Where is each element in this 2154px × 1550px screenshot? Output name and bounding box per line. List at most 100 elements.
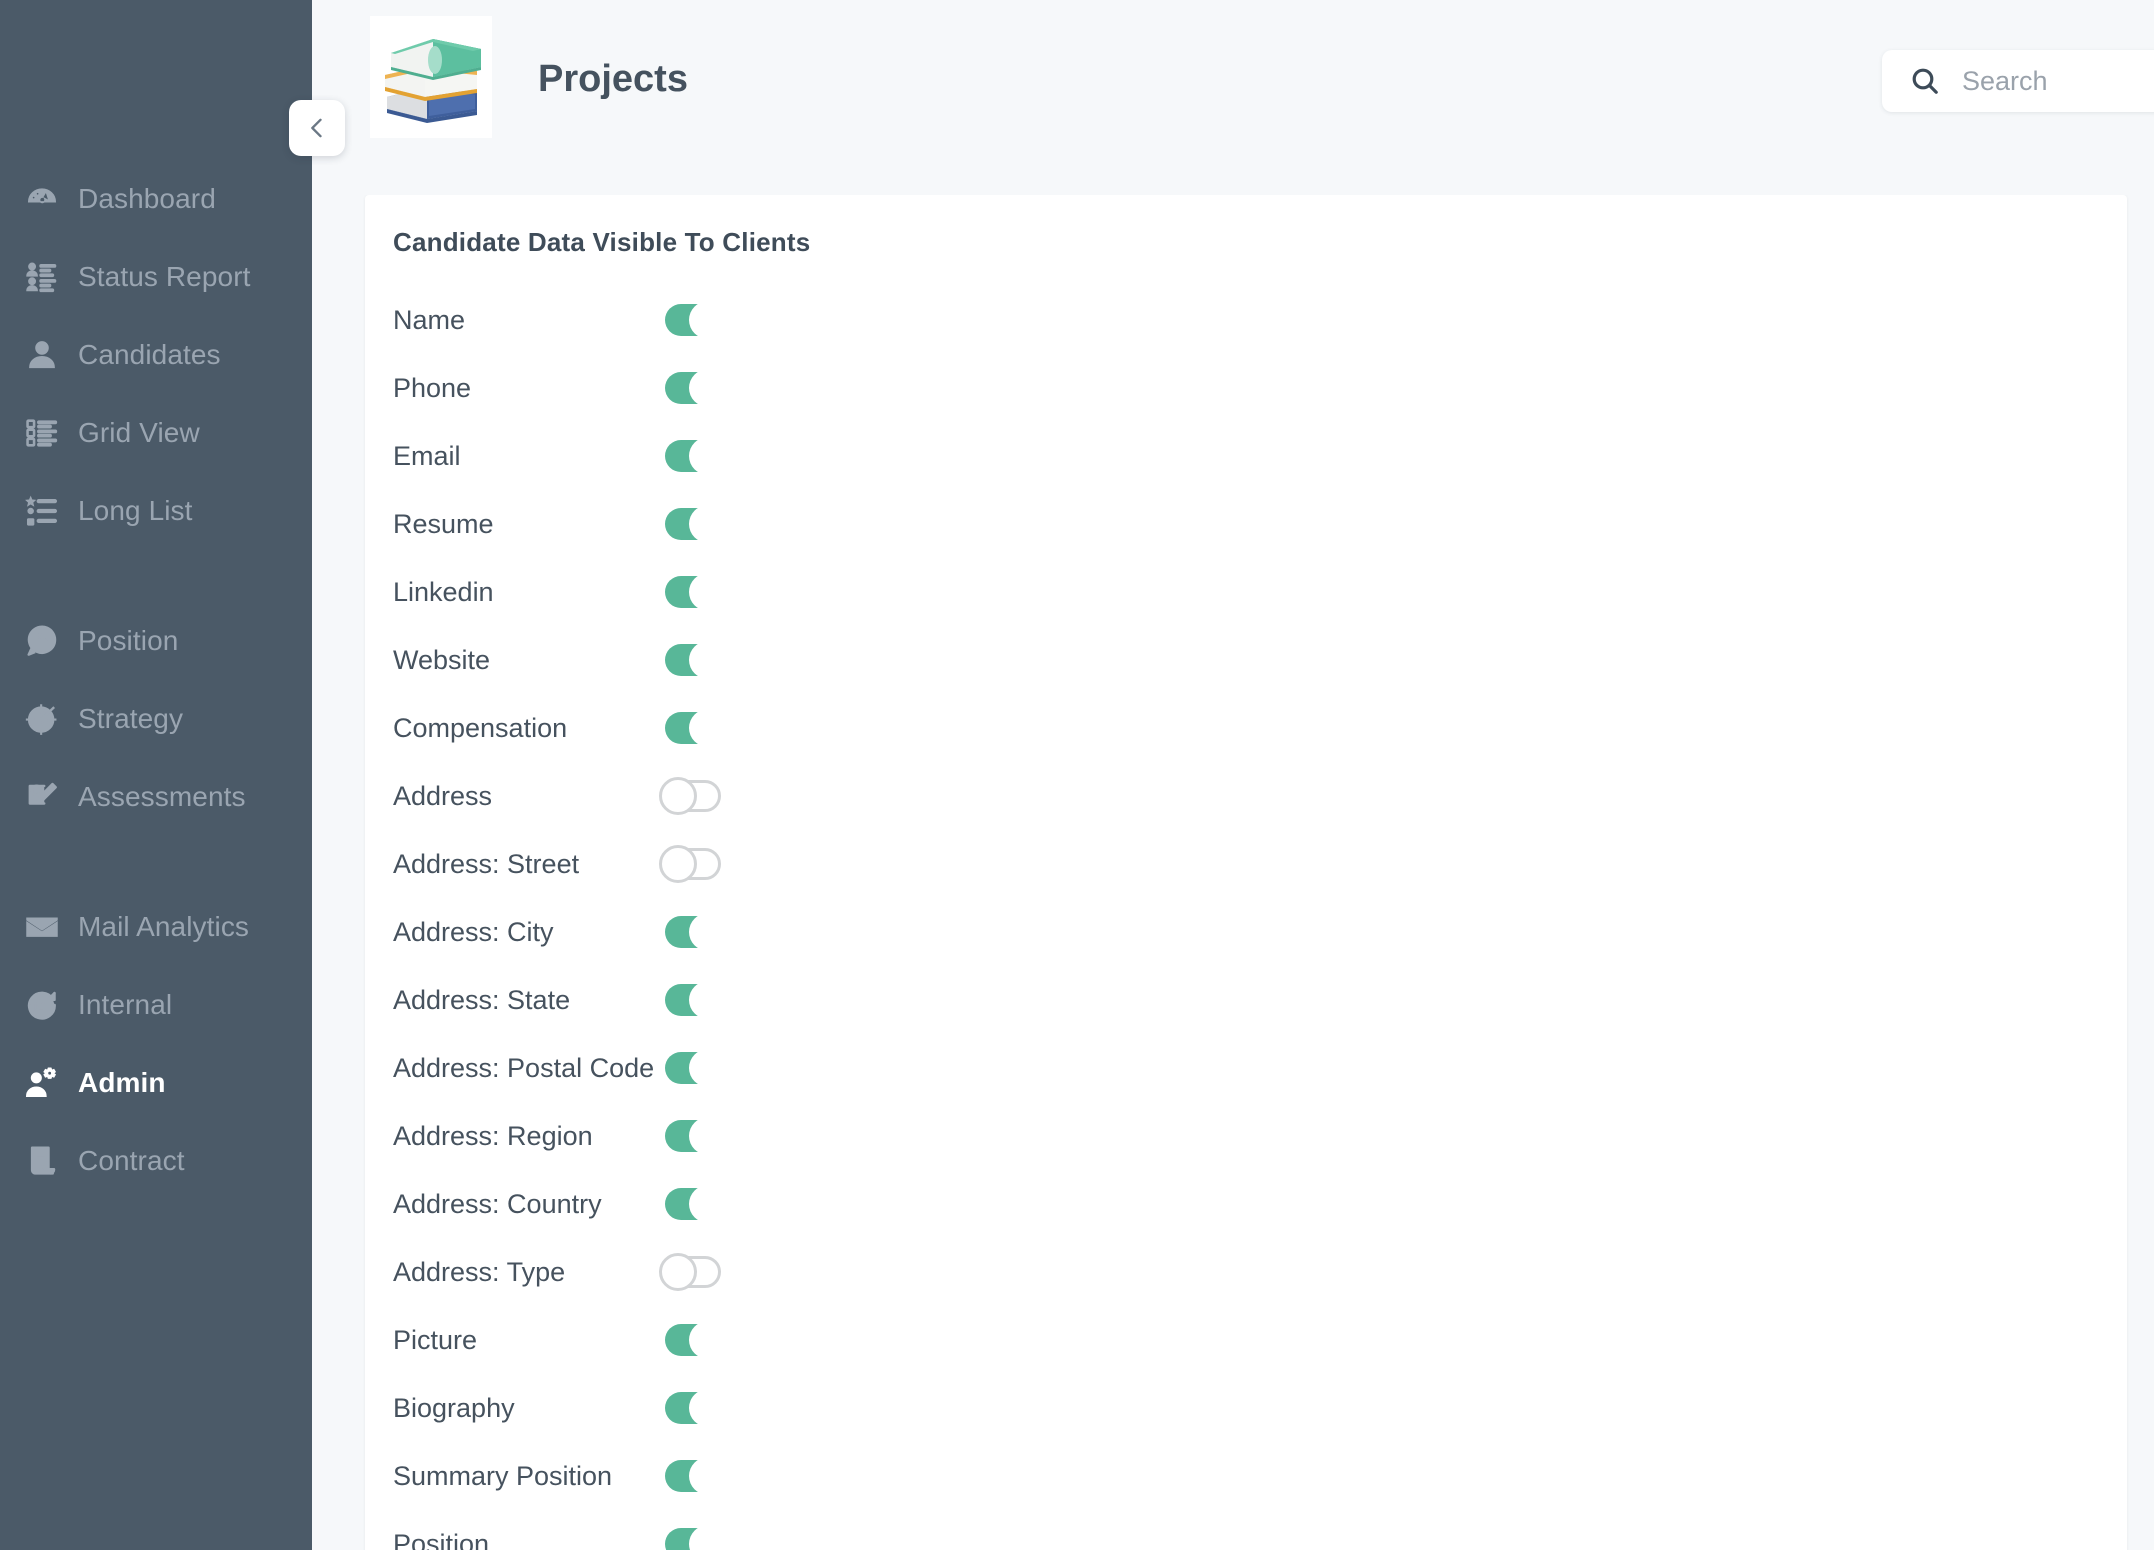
- toggle-knob: [689, 369, 727, 407]
- field-label: Address: Type: [393, 1256, 566, 1287]
- toggle-knob: [689, 573, 727, 611]
- contract-doc-icon: [22, 1141, 62, 1181]
- sidebar-item-label: Assessments: [78, 781, 246, 812]
- field-toggle-row: Phone: [393, 354, 2127, 422]
- sidebar-item-strategy[interactable]: Strategy: [0, 680, 312, 758]
- toggle-knob: [659, 1253, 697, 1291]
- assessment-pen-icon: [22, 777, 62, 817]
- toggle-knob: [689, 301, 727, 339]
- sidebar-item-assessments[interactable]: Assessments: [0, 758, 312, 836]
- sidebar-item-status-report[interactable]: Status Report: [0, 238, 312, 316]
- field-toggle-list: Name Phone Email Resume Linkedin Website Compe…: [365, 286, 2127, 1550]
- toggle-position[interactable]: [665, 1525, 727, 1550]
- topbar: Projects: [312, 0, 2154, 195]
- field-label: Website: [393, 644, 491, 675]
- field-label: Phone: [393, 372, 472, 403]
- toggle-knob: [689, 437, 727, 475]
- toggle-linkedin[interactable]: [665, 573, 727, 611]
- field-toggle-row: Address: Street: [393, 830, 2127, 898]
- toggle-knob: [689, 981, 727, 1019]
- toggle-knob: [689, 1525, 727, 1550]
- toggle-picture[interactable]: [665, 1321, 727, 1359]
- candidate-visibility-card: Candidate Data Visible To Clients Name Ph…: [365, 195, 2127, 1550]
- sidebar-item-label: Strategy: [78, 703, 184, 734]
- sidebar-item-candidates[interactable]: Candidates: [0, 316, 312, 394]
- field-toggle-row: Compensation: [393, 694, 2127, 762]
- sidebar-item-label: Admin: [78, 1067, 166, 1098]
- position-chat-icon: [22, 621, 62, 661]
- sidebar-collapse-button[interactable]: [289, 100, 345, 156]
- toggle-resume[interactable]: [665, 505, 727, 543]
- toggle-knob: [689, 913, 727, 951]
- toggle-biography[interactable]: [665, 1389, 727, 1427]
- field-label: Biography: [393, 1392, 515, 1423]
- sidebar-item-admin[interactable]: Admin: [0, 1044, 312, 1122]
- books-stack-icon: [377, 23, 485, 131]
- field-label: Compensation: [393, 712, 568, 743]
- toggle-name[interactable]: [665, 301, 727, 339]
- sidebar-item-grid-view[interactable]: Grid View: [0, 394, 312, 472]
- toggle-knob: [689, 1457, 727, 1495]
- field-label: Address: State: [393, 984, 571, 1015]
- toggle-phone[interactable]: [665, 369, 727, 407]
- search-input[interactable]: [1962, 61, 2154, 101]
- toggle-website[interactable]: [665, 641, 727, 679]
- sidebar-item-label: Long List: [78, 495, 193, 526]
- card-title: Candidate Data Visible To Clients: [393, 227, 811, 257]
- sidebar: Dashboard Status Report Candidates Grid Vie…: [0, 0, 312, 1550]
- field-toggle-row: Address: Type: [393, 1238, 2127, 1306]
- field-toggle-row: Address: Region: [393, 1102, 2127, 1170]
- toggle-knob: [689, 641, 727, 679]
- dashboard-gauge-icon: [22, 179, 62, 219]
- sidebar-item-mail-analytics[interactable]: Mail Analytics: [0, 888, 312, 966]
- toggle-knob: [689, 1117, 727, 1155]
- field-label: Address: City: [393, 916, 554, 947]
- search-icon: [1908, 64, 1942, 98]
- envelope-icon: [22, 907, 62, 947]
- page-title: Projects: [538, 58, 688, 100]
- field-toggle-row: Address: Postal Code: [393, 1034, 2127, 1102]
- toggle-email[interactable]: [665, 437, 727, 475]
- toggle-address-city[interactable]: [665, 913, 727, 951]
- field-label: Address: Postal Code: [393, 1052, 655, 1083]
- sidebar-item-label: Candidates: [78, 339, 221, 370]
- sidebar-item-contract[interactable]: Contract: [0, 1122, 312, 1200]
- toggle-knob: [659, 777, 697, 815]
- field-label: Summary Position: [393, 1460, 613, 1491]
- field-label: Address: [393, 780, 493, 811]
- card-area: Candidate Data Visible To Clients Name Ph…: [312, 195, 2154, 1550]
- sidebar-nav: Dashboard Status Report Candidates Grid Vie…: [0, 160, 312, 1200]
- field-label: Email: [393, 440, 461, 471]
- toggle-knob: [689, 1389, 727, 1427]
- sidebar-item-internal[interactable]: Internal: [0, 966, 312, 1044]
- toggle-address-street[interactable]: [659, 845, 721, 883]
- toggle-knob: [689, 709, 727, 747]
- search-box[interactable]: [1882, 50, 2154, 112]
- sidebar-item-label: Contract: [78, 1145, 185, 1176]
- toggle-address-postal-code[interactable]: [665, 1049, 727, 1087]
- field-toggle-row: Summary Position: [393, 1442, 2127, 1510]
- toggle-address-country[interactable]: [665, 1185, 727, 1223]
- field-toggle-row: Name: [393, 286, 2127, 354]
- toggle-address-state[interactable]: [665, 981, 727, 1019]
- toggle-summary-position[interactable]: [665, 1457, 727, 1495]
- sidebar-group: Dashboard Status Report Candidates Grid Vie…: [0, 160, 312, 550]
- field-toggle-row: Biography: [393, 1374, 2127, 1442]
- internal-arrow-icon: [22, 985, 62, 1025]
- field-toggle-row: Address: Country: [393, 1170, 2127, 1238]
- field-toggle-row: Linkedin: [393, 558, 2127, 626]
- toggle-compensation[interactable]: [665, 709, 727, 747]
- sidebar-item-label: Internal: [78, 989, 173, 1020]
- sidebar-item-position[interactable]: Position: [0, 602, 312, 680]
- toggle-address[interactable]: [659, 777, 721, 815]
- field-toggle-row: Address: [393, 762, 2127, 830]
- toggle-address-region[interactable]: [665, 1117, 727, 1155]
- admin-gear-user-icon: [22, 1063, 62, 1103]
- field-toggle-row: Position: [393, 1510, 2127, 1550]
- sidebar-item-dashboard[interactable]: Dashboard: [0, 160, 312, 238]
- toggle-address-type[interactable]: [659, 1253, 721, 1291]
- sidebar-item-label: Dashboard: [78, 183, 216, 214]
- toggle-knob: [689, 1321, 727, 1359]
- sidebar-item-long-list[interactable]: Long List: [0, 472, 312, 550]
- sidebar-group: Position Strategy Assessments: [0, 602, 312, 836]
